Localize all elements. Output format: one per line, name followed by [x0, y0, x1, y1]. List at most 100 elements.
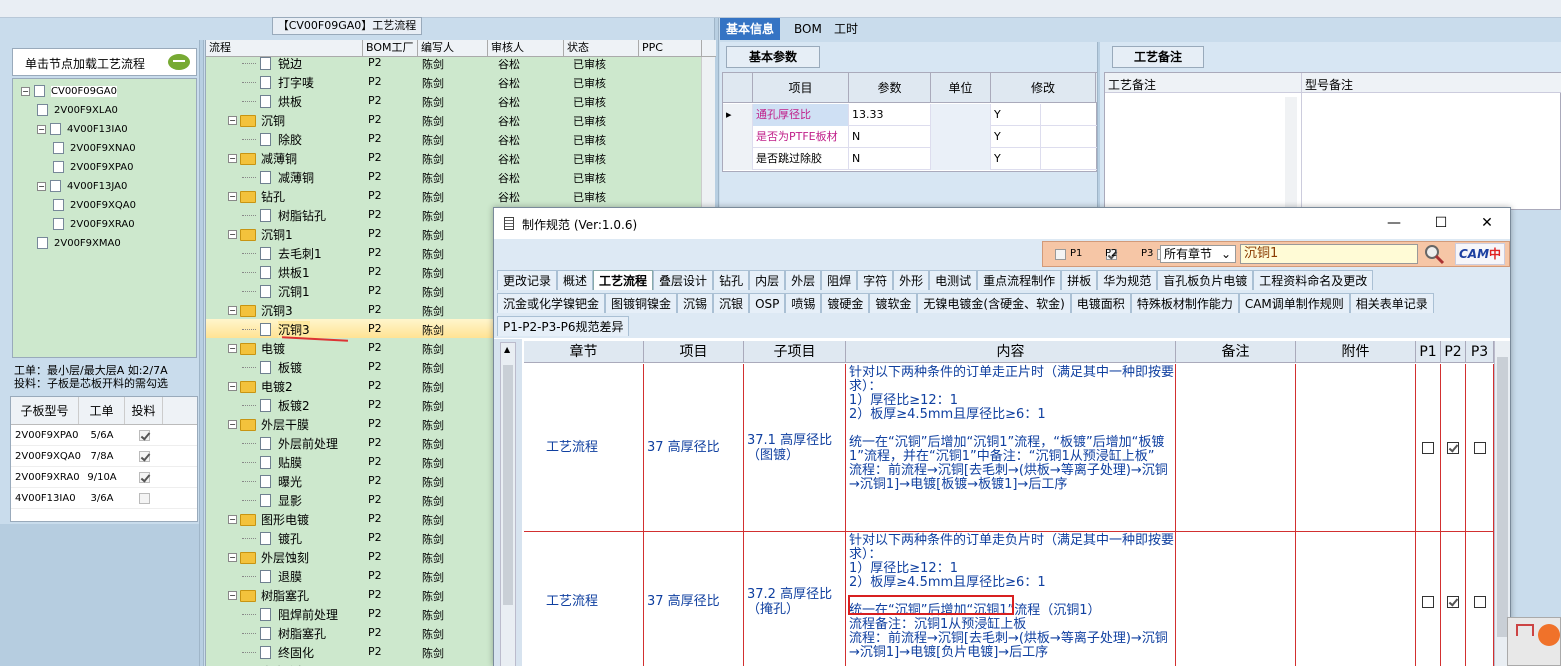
tab-process-notes[interactable]: 工艺备注 [1112, 46, 1204, 68]
collapse-icon[interactable]: − [228, 553, 237, 562]
collapse-icon[interactable]: − [37, 181, 46, 191]
process-row[interactable]: 烘板 P2 陈剑 谷松 已审核 [206, 91, 701, 110]
subboard-row[interactable]: 4V00F13IA0 3/6A [11, 488, 197, 509]
process-row[interactable]: 锐边 P2 陈剑 谷松 已审核 [206, 53, 701, 72]
chapter-tab[interactable]: 华为规范 [1097, 270, 1158, 290]
board-tree-node[interactable]: − 4V00F13JA0 [37, 178, 127, 194]
chapter-tab[interactable]: 重点流程制作 [977, 270, 1062, 290]
board-tree-node[interactable]: − CV00F09GA0 [21, 83, 117, 99]
chapter-tab[interactable]: 更改记录 [497, 270, 558, 290]
board-tree-node[interactable]: 2V00F9XQA0 [53, 197, 136, 213]
process-row[interactable]: − 减薄铜 P2 陈剑 谷松 已审核 [206, 148, 701, 167]
collapse-icon[interactable]: − [228, 344, 237, 353]
board-tree-node[interactable]: 2V00F9XNA0 [53, 140, 136, 156]
notification-icon[interactable] [1538, 624, 1560, 646]
collapse-icon[interactable]: − [228, 192, 237, 201]
subboard-row[interactable]: 2V00F9XQA0 7/8A [11, 446, 197, 467]
p1-flag-checkbox[interactable] [1422, 595, 1434, 608]
board-tree-node[interactable]: 2V00F9XPA0 [53, 159, 134, 175]
chapter-tab[interactable]: 钻孔 [713, 270, 750, 290]
chapter-tab[interactable]: 工艺流程 [593, 270, 654, 290]
chapter-tab[interactable]: OSP [749, 293, 786, 313]
search-input[interactable]: 沉铜1 [1240, 244, 1418, 264]
chapter-tab[interactable]: 工程资料命名及更改 [1253, 270, 1374, 290]
load-process-banner[interactable]: 单击节点加载工艺流程 [12, 48, 197, 76]
chapter-tab[interactable]: 图镀铜镍金 [605, 293, 678, 313]
collapse-icon[interactable]: − [228, 382, 237, 391]
process-row[interactable]: − 钻孔 P2 陈剑 谷松 已审核 [206, 186, 701, 205]
process-row[interactable]: 打字唛 P2 陈剑 谷松 已审核 [206, 72, 701, 91]
chapter-tab[interactable]: 相关表单记录 [1349, 293, 1434, 313]
param-unit[interactable] [931, 148, 991, 170]
param-row[interactable]: ▸ 通孔厚径比 13.33 Y [723, 104, 1098, 126]
collapse-icon[interactable]: − [228, 306, 237, 315]
param-value[interactable]: 13.33 [849, 104, 931, 126]
param-edit[interactable]: Y [991, 126, 1041, 148]
feed-checkbox[interactable] [138, 471, 150, 483]
chapter-tab[interactable]: 电测试 [929, 270, 978, 290]
board-tree-node[interactable]: − 4V00F13IA0 [37, 121, 128, 137]
chapter-tab[interactable]: P1-P2-P3-P6规范差异 [497, 316, 630, 336]
subboard-row[interactable]: 2V00F9XPA0 5/6A [11, 425, 197, 446]
feed-checkbox[interactable] [138, 429, 150, 441]
param-row[interactable]: 是否为PTFE板材 N Y [723, 126, 1098, 148]
chapter-tab[interactable]: 沉银 [713, 293, 750, 313]
param-unit[interactable] [931, 104, 991, 126]
board-tree-node[interactable]: 2V00F9XMA0 [37, 235, 121, 251]
chapter-tab[interactable]: 特殊板材制作能力 [1130, 293, 1239, 313]
maximize-icon[interactable]: ☐ [1429, 212, 1453, 234]
chapter-tab[interactable]: 外层 [785, 270, 822, 290]
p3-flag-checkbox[interactable] [1473, 595, 1486, 608]
search-icon[interactable] [1423, 243, 1445, 265]
chapter-select[interactable]: 所有章节 ⌄ [1160, 245, 1236, 263]
collapse-icon[interactable]: − [21, 86, 30, 96]
home-icon[interactable] [1516, 624, 1534, 636]
param-edit[interactable]: Y [991, 148, 1041, 170]
chapter-tab[interactable]: 阻焊 [821, 270, 858, 290]
p3-flag-checkbox[interactable] [1473, 441, 1486, 454]
collapse-icon[interactable]: − [228, 230, 237, 239]
p2-flag-checkbox[interactable] [1447, 441, 1459, 454]
collapse-icon[interactable]: − [228, 116, 237, 125]
info-tab[interactable]: BOM [788, 18, 828, 40]
chapter-tab[interactable]: 概述 [557, 270, 594, 290]
chapter-tab[interactable]: 叠层设计 [653, 270, 714, 290]
chapter-tab[interactable]: 字符 [857, 270, 894, 290]
chapter-tab[interactable]: 喷锡 [785, 293, 822, 313]
collapse-icon[interactable]: − [37, 124, 46, 134]
close-icon[interactable]: ✕ [1475, 212, 1499, 234]
chapter-tab[interactable]: 镀软金 [869, 293, 918, 313]
grid-left-scrollbar[interactable]: ▲ [500, 342, 516, 666]
p1-checkbox[interactable] [1055, 249, 1066, 260]
chapter-tab[interactable]: 拼板 [1061, 270, 1098, 290]
p2-flag-checkbox[interactable] [1447, 595, 1459, 608]
p1-flag-checkbox[interactable] [1422, 441, 1434, 454]
param-edit[interactable]: Y [991, 104, 1041, 126]
chapter-tab[interactable]: 沉锡 [677, 293, 714, 313]
tab-basic-params[interactable]: 基本参数 [726, 46, 820, 68]
param-unit[interactable] [931, 126, 991, 148]
corner-widget[interactable] [1507, 617, 1561, 666]
chapter-tab[interactable]: 电镀面积 [1070, 293, 1131, 313]
collapse-icon[interactable]: − [228, 515, 237, 524]
collapse-icon[interactable]: − [228, 154, 237, 163]
subboard-row[interactable]: 2V00F9XRA0 9/10A [11, 467, 197, 488]
process-row[interactable]: 减薄铜 P2 陈剑 谷松 已审核 [206, 167, 701, 186]
collapse-icon[interactable]: − [228, 420, 237, 429]
info-tab[interactable]: 工时 [828, 18, 864, 40]
board-tree-node[interactable]: 2V00F9XRA0 [53, 216, 135, 232]
chapter-tab[interactable]: 内层 [749, 270, 786, 290]
chapter-tab[interactable]: 镀硬金 [821, 293, 870, 313]
chapter-tab[interactable]: 盲孔板负片电镀 [1157, 270, 1254, 290]
param-value[interactable]: N [849, 126, 931, 148]
process-row[interactable]: − 沉铜 P2 陈剑 谷松 已审核 [206, 110, 701, 129]
info-tab[interactable]: 基本信息 [720, 18, 781, 40]
collapse-icon[interactable]: − [228, 591, 237, 600]
board-tree-node[interactable]: 2V00F9XLA0 [37, 102, 118, 118]
left-splitter[interactable] [199, 40, 204, 666]
chapter-tab[interactable]: 外形 [893, 270, 930, 290]
param-row[interactable]: 是否跳过除胶 N Y [723, 148, 1098, 170]
minimize-icon[interactable]: — [1382, 212, 1406, 234]
chapter-tab[interactable]: 沉金或化学镍钯金 [497, 293, 606, 313]
chapter-tab[interactable]: CAM调单制作规则 [1238, 293, 1350, 313]
